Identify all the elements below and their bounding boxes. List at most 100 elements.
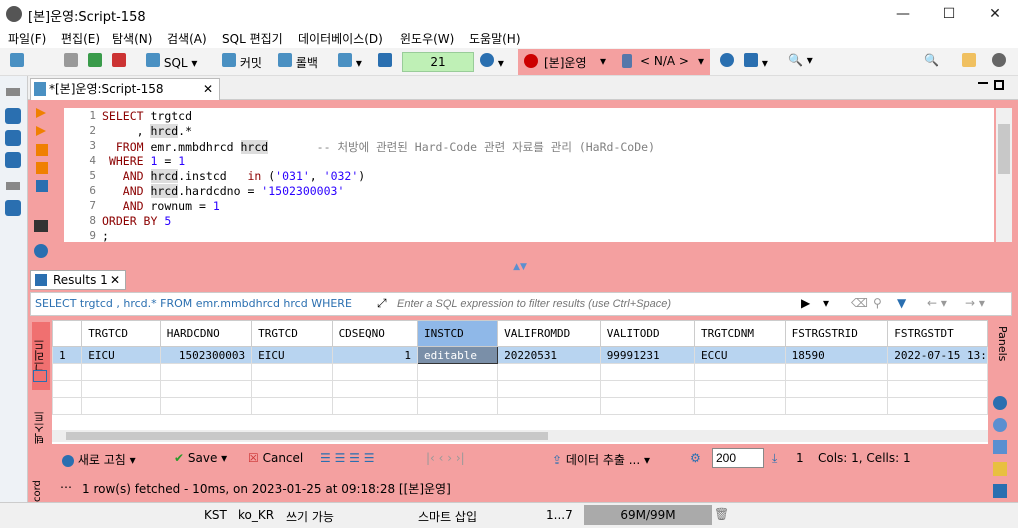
trash-icon[interactable]: 🗑 [714, 507, 729, 521]
editing-cell[interactable]: editable [417, 346, 499, 364]
menu-database[interactable]: 데이터베이스(D) [298, 30, 383, 47]
grid-horizontal-scrollbar[interactable] [52, 430, 988, 442]
eraser-icon[interactable]: ⌫ [851, 296, 868, 310]
connection-label[interactable]: [본]운영 [544, 54, 586, 71]
edit-row-icons[interactable]: ☰ ☰ ☰ ☰ [320, 451, 374, 465]
minimize-button[interactable]: — [880, 0, 926, 28]
projects-icon[interactable] [5, 130, 21, 146]
disconnect-icon[interactable] [64, 53, 78, 70]
menu-search[interactable]: 검색(A) [167, 30, 207, 47]
results-grid[interactable]: TRGTCD HARDCDNO TRGTCD CDSEQNO INSTCD VA… [52, 320, 988, 444]
panel-icon[interactable] [993, 440, 1007, 454]
column-header[interactable]: FSTRGSTRID [784, 320, 889, 347]
panel-icon[interactable] [993, 418, 1007, 432]
schema-label[interactable]: < N/A > [640, 54, 689, 68]
connection-selector[interactable]: [본]운영 ▾ < N/A > ▾ [518, 49, 710, 75]
book-icon[interactable] [5, 200, 21, 216]
filter-clear-icon[interactable]: ⚲ [873, 296, 882, 310]
cancel-button[interactable]: ☒ Cancel [248, 451, 303, 465]
new-connection-icon[interactable] [10, 53, 24, 70]
menu-file[interactable]: 파일(F) [8, 30, 46, 47]
editor-vertical-scrollbar[interactable] [996, 108, 1012, 242]
refresh-button[interactable]: 새로 고침 ▾ [62, 451, 136, 468]
scrollbar-thumb[interactable] [998, 124, 1010, 174]
column-header[interactable]: TRGTCD [251, 320, 333, 347]
history-icon[interactable]: ▾ [480, 53, 504, 70]
split-handle-icon[interactable]: ▲▼ [500, 262, 540, 272]
chevron-down-icon[interactable]: ▾ [600, 54, 606, 68]
panel-icon[interactable] [993, 396, 1007, 410]
column-header[interactable]: TRGTCDNM [694, 320, 786, 347]
expand-icon[interactable]: ⤢ [377, 296, 387, 311]
gear-icon[interactable]: ⚙ [690, 451, 701, 465]
paging-icons[interactable]: |‹ ‹ › ›| [426, 451, 465, 465]
table-cell[interactable]: ECCU [694, 346, 786, 364]
maximize-button[interactable]: ☐ [926, 0, 972, 28]
table-cell[interactable]: EICU [81, 346, 161, 364]
panels-tab[interactable]: Panels [993, 326, 1009, 382]
connect-icon[interactable] [88, 53, 102, 70]
save-button[interactable]: ✔ Save ▾ [174, 451, 227, 465]
column-header[interactable]: INSTCD [417, 320, 499, 347]
lock-icon[interactable] [378, 53, 392, 70]
filter-icon[interactable]: ▼ [897, 296, 906, 310]
column-header[interactable]: CDSEQNO [331, 320, 419, 347]
forward-icon[interactable]: → ▾ [965, 296, 985, 310]
tab-results-1[interactable]: Results 1 ✕ [30, 270, 126, 290]
column-header[interactable]: HARDCDNO [159, 320, 253, 347]
invalidate-icon[interactable] [112, 53, 126, 70]
settings-gear-icon[interactable] [34, 244, 48, 258]
export-button[interactable]: ⇪ 데이터 추출 ... ▾ [552, 451, 650, 468]
menu-window[interactable]: 윈도우(W) [400, 30, 454, 47]
chevron-down-icon[interactable]: ▾ [823, 296, 829, 310]
execute-script-icon[interactable] [36, 126, 46, 136]
table-cell[interactable]: 2022-07-15 13: [887, 346, 988, 364]
close-icon[interactable]: ✕ [203, 79, 213, 99]
tab-record-view[interactable]: cord [32, 474, 50, 502]
column-header[interactable]: VALIFROMDD [497, 320, 601, 347]
menu-sql-editor[interactable]: SQL 편집기 [222, 30, 283, 47]
panel-icon[interactable] [993, 462, 1007, 476]
explain-plan-icon[interactable] [36, 180, 48, 192]
table-cell[interactable]: 20220531 [497, 346, 601, 364]
execute-icon[interactable] [36, 108, 46, 118]
maximize-icon[interactable] [994, 80, 1004, 90]
tab-text-view[interactable]: 텍스트 [32, 402, 50, 454]
avatar[interactable] [992, 53, 1006, 70]
tools-icon[interactable]: ▾ [744, 53, 768, 70]
perspective-icon[interactable] [962, 53, 976, 70]
table-cell[interactable]: 1502300003 [159, 346, 253, 364]
table-cell[interactable]: 18590 [784, 346, 889, 364]
execute-new-tab-icon[interactable] [36, 144, 48, 156]
tab-script-158[interactable]: *[본]운영:Script-158 ✕ [30, 78, 220, 100]
rollback-button[interactable]: 롤백 [278, 53, 318, 71]
scrollbar-thumb[interactable] [66, 432, 548, 440]
column-header[interactable]: FSTRGSTDT [887, 320, 988, 347]
column-header[interactable]: VALITODD [599, 320, 696, 347]
fetch-size-input[interactable] [712, 448, 764, 468]
restore-icon[interactable] [6, 88, 20, 96]
menu-help[interactable]: 도움말(H) [469, 30, 521, 47]
menu-edit[interactable]: 편집(E) [61, 30, 100, 47]
menu-navigate[interactable]: 탐색(N) [112, 30, 152, 47]
restore-icon[interactable] [6, 182, 20, 190]
filter-input[interactable] [397, 295, 797, 313]
database-navigator-icon[interactable] [5, 108, 21, 124]
terminal-icon[interactable] [34, 220, 48, 232]
commit-button[interactable]: 커밋 [222, 53, 262, 71]
back-icon[interactable]: ← ▾ [927, 296, 947, 310]
column-header[interactable]: TRGTCD [81, 320, 161, 347]
sql-code-area[interactable]: SELECT trgtcd , hrcd.* FROM emr.mmbdhrcd… [102, 108, 994, 243]
expand-icon[interactable]: ⋯ [60, 480, 72, 494]
close-icon[interactable]: ✕ [110, 271, 120, 289]
dashboard-icon[interactable] [720, 53, 734, 70]
table-cell[interactable]: 1 [331, 346, 419, 364]
execute-export-icon[interactable] [36, 162, 48, 174]
minimize-icon[interactable] [978, 82, 988, 84]
transaction-mode-icon[interactable]: ▾ [338, 53, 362, 70]
table-cell[interactable]: 99991231 [599, 346, 696, 364]
table-cell[interactable]: EICU [251, 346, 333, 364]
find-icon[interactable]: 🔍 [924, 53, 939, 67]
outline-icon[interactable] [5, 152, 21, 168]
sql-editor-button[interactable]: SQL ▾ [146, 53, 197, 70]
